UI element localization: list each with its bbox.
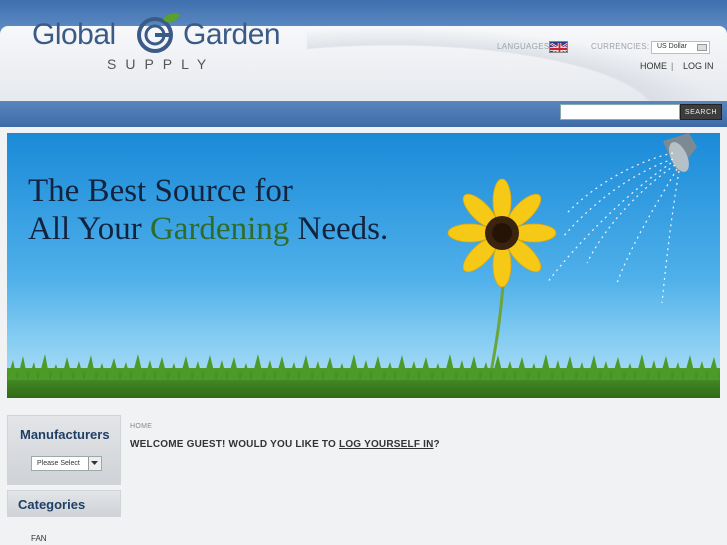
languages-label: LANGUAGES: xyxy=(497,42,553,51)
uk-flag-icon[interactable] xyxy=(549,41,568,53)
welcome-prefix: WELCOME GUEST! WOULD YOU LIKE TO xyxy=(130,439,340,450)
logo-g-leaf-icon xyxy=(137,13,180,53)
logo-word-global: Global xyxy=(32,18,116,51)
currencies-label: CURRENCIES: xyxy=(591,42,650,51)
banner-line2-suffix: Needs. xyxy=(289,211,389,247)
currency-value: US Dollar xyxy=(657,43,687,50)
category-item[interactable]: FAN xyxy=(31,534,47,543)
hero-banner[interactable]: The Best Source for All Your Gardening N… xyxy=(7,133,720,398)
manufacturers-box xyxy=(7,415,121,485)
manufacturers-heading: Manufacturers xyxy=(20,427,110,442)
header-link-login[interactable]: LOG IN xyxy=(683,61,714,71)
search-input[interactable] xyxy=(560,104,680,120)
banner-line2-prefix: All Your xyxy=(28,211,150,247)
site-logo[interactable]: Global Garden SUPPLY xyxy=(32,8,302,72)
welcome-suffix: ? xyxy=(433,439,440,450)
header-link-home[interactable]: HOME xyxy=(640,61,667,71)
banner-headline-line1: The Best Source for xyxy=(28,173,293,209)
manufacturers-select-value: Please Select xyxy=(37,460,80,467)
banner-line2-highlight: Gardening xyxy=(149,211,290,247)
logo-tagline: SUPPLY xyxy=(107,56,216,72)
chevron-down-icon xyxy=(88,457,101,470)
chevron-down-icon xyxy=(697,44,707,51)
header-link-separator: | xyxy=(671,61,674,71)
grass-blades xyxy=(7,354,720,380)
breadcrumb[interactable]: HOME xyxy=(130,423,152,430)
logo-word-garden: Garden xyxy=(183,18,281,51)
manufacturers-select[interactable]: Please Select xyxy=(31,456,102,471)
login-link[interactable]: LOG YOURSELF IN xyxy=(339,439,434,450)
categories-heading: Categories xyxy=(18,497,86,512)
welcome-message: WELCOME GUEST! WOULD YOU LIKE TO LOG YOU… xyxy=(130,439,440,450)
search-button[interactable]: SEARCH xyxy=(680,104,722,120)
banner-headline-line2: All Your Gardening Needs. xyxy=(28,211,388,248)
currency-select[interactable]: US Dollar xyxy=(651,41,710,54)
